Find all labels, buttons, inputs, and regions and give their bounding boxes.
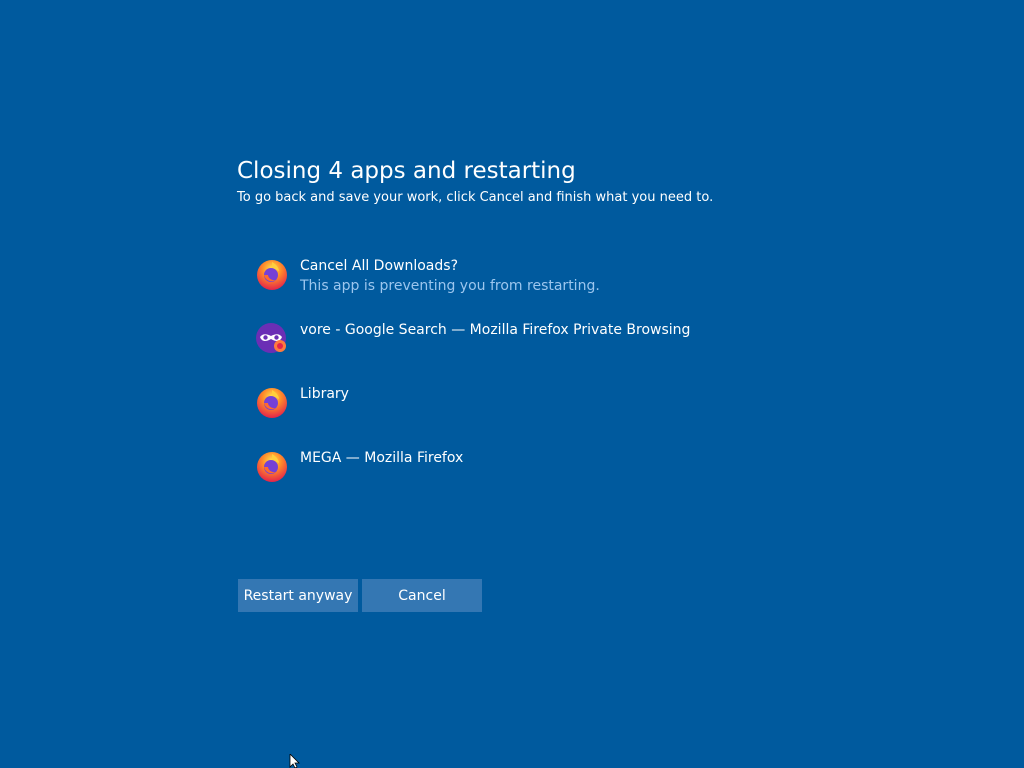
app-item-mega: MEGA — Mozilla Firefox <box>255 448 775 512</box>
firefox-icon <box>257 260 287 290</box>
restart-anyway-button[interactable]: Restart anyway <box>238 579 358 612</box>
app-item-private-browsing: vore - Google Search — Mozilla Firefox P… <box>255 320 775 384</box>
app-name: Library <box>300 386 349 402</box>
firefox-icon <box>257 388 287 418</box>
firefox-private-icon <box>256 323 286 353</box>
app-name: MEGA — Mozilla Firefox <box>300 450 464 466</box>
mouse-cursor-icon <box>289 754 300 768</box>
app-name: Cancel All Downloads? <box>300 258 458 274</box>
app-name: vore - Google Search — Mozilla Firefox P… <box>300 322 691 338</box>
page-subtitle: To go back and save your work, click Can… <box>237 190 714 205</box>
app-blocking-note: This app is preventing you from restarti… <box>300 278 600 294</box>
restart-screen: Closing 4 apps and restarting To go back… <box>0 0 1024 768</box>
app-item-library: Library <box>255 384 775 448</box>
firefox-icon <box>257 452 287 482</box>
cancel-button[interactable]: Cancel <box>362 579 482 612</box>
app-item-cancel-downloads: Cancel All Downloads? This app is preven… <box>255 256 775 320</box>
blocking-app-list: Cancel All Downloads? This app is preven… <box>255 256 775 512</box>
page-title: Closing 4 apps and restarting <box>237 158 576 184</box>
